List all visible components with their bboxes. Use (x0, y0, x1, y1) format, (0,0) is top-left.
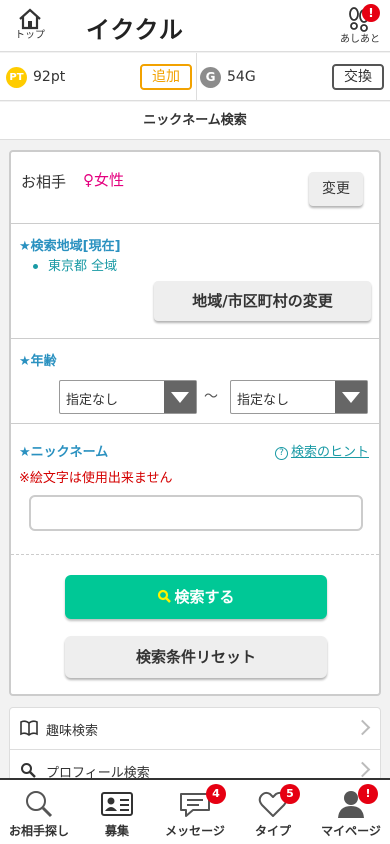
chevron-down-icon (335, 381, 367, 413)
bottom-tab-bar: お相手探し 募集 メッセージ 4 タイプ 5 マイページ ! (0, 778, 390, 844)
area-current-value: 東京都 全域 (33, 255, 117, 274)
home-icon (19, 8, 41, 30)
help-icon: ? (274, 447, 288, 460)
g-coin-icon: G (200, 66, 221, 88)
type-count-badge: 5 (280, 784, 300, 804)
area-section-label: ★検索地域[現在] (19, 239, 121, 254)
nickname-input[interactable] (29, 495, 363, 531)
menu-item-hobby-search[interactable]: 趣味検索 (10, 708, 380, 750)
change-partner-button[interactable]: 変更 (309, 172, 363, 206)
footprints-button[interactable]: あしあと ! (334, 4, 386, 46)
page-title: ニックネーム検索 (0, 102, 390, 140)
points-divider (196, 53, 197, 101)
pt-balance: PT 92pt 追加 (6, 53, 196, 101)
age-row: ★年齢 指定なし 〜 指定なし (11, 340, 379, 424)
change-area-button[interactable]: 地域/市区町村の変更 (154, 281, 371, 321)
tab-label: お相手探し (8, 824, 69, 838)
area-current-text: 東京都 全域 (48, 259, 118, 274)
search-form-card: お相手 ♀女性 変更 ★検索地域[現在] 東京都 全域 地域/市区町村の変更 ★… (9, 150, 381, 696)
nickname-row: ★ニックネーム ? 検索のヒント ※絵文字は使用出来ません (11, 425, 379, 555)
chevron-right-icon (354, 719, 371, 736)
age-min-value: 指定なし (66, 393, 119, 408)
page: トップ イククル あしあと ! PT 92pt 追加 G 54G 交換 ニックネ… (0, 0, 390, 844)
search-button-label: 検索する (174, 588, 235, 606)
chevron-down-icon (164, 381, 196, 413)
footprints-label: あしあと (340, 34, 380, 45)
tab-label: タイプ (254, 824, 291, 838)
menu-item-label: 趣味検索 (46, 724, 99, 739)
footprints-alert-badge: ! (362, 4, 380, 22)
g-balance: G 54G 交換 (200, 53, 386, 101)
search-hint-link[interactable]: ? 検索のヒント (274, 441, 369, 460)
area-row: ★検索地域[現在] 東京都 全域 地域/市区町村の変更 (11, 225, 379, 339)
tab-label: メッセージ (165, 824, 225, 838)
age-min-select[interactable]: 指定なし (59, 380, 197, 414)
search-hint-text: 検索のヒント (290, 445, 369, 460)
add-points-button[interactable]: 追加 (140, 64, 192, 90)
partner-gender-value: ♀女性 (83, 171, 124, 189)
tab-messages[interactable]: メッセージ 4 (156, 780, 234, 844)
book-icon (20, 720, 38, 736)
id-card-icon (101, 792, 133, 816)
unread-count-badge: 4 (206, 784, 226, 804)
points-bar: PT 92pt 追加 G 54G 交換 (0, 53, 390, 101)
home-label: トップ (15, 30, 45, 41)
home-button[interactable]: トップ (8, 8, 52, 42)
partner-label: お相手 (21, 173, 67, 191)
tab-type[interactable]: タイプ 5 (234, 780, 312, 844)
tab-partner-search[interactable]: お相手探し (0, 780, 78, 844)
chevron-right-icon (354, 761, 371, 778)
search-icon (21, 763, 36, 778)
emoji-warning: ※絵文字は使用出来ません (19, 471, 173, 486)
age-section-label: ★年齢 (19, 354, 57, 369)
tab-label: マイページ (321, 824, 381, 838)
age-range-separator: 〜 (204, 389, 218, 405)
bullet-icon (33, 264, 38, 269)
app-logo: イククル (86, 16, 184, 44)
search-icon (158, 589, 172, 603)
tab-my-page[interactable]: マイページ ! (312, 780, 390, 844)
tab-recruitment[interactable]: 募集 (78, 780, 156, 844)
pt-coin-icon: PT (6, 66, 27, 88)
exchange-button[interactable]: 交換 (332, 64, 384, 90)
nickname-section-label: ★ニックネーム (19, 445, 109, 460)
reset-conditions-button[interactable]: 検索条件リセット (65, 636, 327, 678)
g-value: 54G (227, 69, 256, 85)
pt-value: 92pt (33, 69, 66, 85)
partner-row: お相手 ♀女性 変更 (11, 152, 379, 224)
age-max-select[interactable]: 指定なし (230, 380, 368, 414)
search-button[interactable]: 検索する (65, 575, 327, 619)
mypage-alert-badge: ! (358, 784, 378, 804)
tab-label: 募集 (104, 824, 129, 838)
search-icon (26, 791, 53, 818)
app-header: トップ イククル あしあと ! (0, 0, 390, 52)
age-max-value: 指定なし (237, 393, 290, 408)
